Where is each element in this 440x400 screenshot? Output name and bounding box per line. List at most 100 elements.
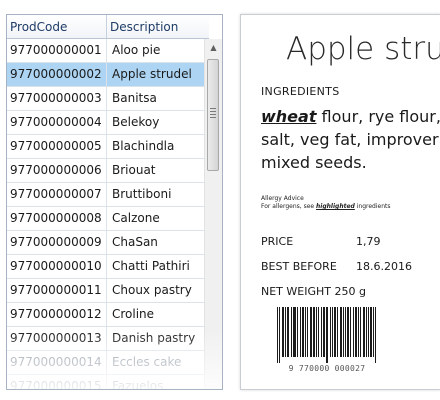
- grid-header: ProdCode Description: [7, 15, 209, 39]
- barcode-bar: [302, 307, 303, 357]
- barcode-bar: [321, 307, 322, 357]
- barcode-bar: [350, 307, 351, 357]
- table-row[interactable]: 977000000003 Banitsa: [7, 87, 204, 111]
- table-row[interactable]: 977000000015 Fazuelos: [7, 375, 204, 389]
- table-row[interactable]: 977000000001 Aloo pie: [7, 39, 204, 63]
- barcode-bar: [368, 307, 369, 357]
- description-cell: Banitsa: [112, 91, 157, 105]
- product-grid[interactable]: ProdCode Description 977000000001 Aloo pi…: [6, 14, 223, 390]
- barcode-bar: [353, 307, 354, 357]
- barcode-bar: [370, 307, 371, 357]
- prodcode-cell: 977000000009: [7, 231, 107, 254]
- table-row[interactable]: 977000000007 Bruttiboni: [7, 183, 204, 207]
- table-row[interactable]: 977000000005 Blachindla: [7, 135, 204, 159]
- grip-line: [210, 108, 216, 109]
- table-row[interactable]: 977000000010 Chatti Pathiri: [7, 255, 204, 279]
- table-row[interactable]: 977000000008 Calzone: [7, 207, 204, 231]
- description-cell: Croline: [112, 307, 155, 321]
- barcode-bar: [293, 307, 294, 357]
- allergy-title: Allergy Advice: [261, 195, 304, 202]
- barcode-bar: [297, 307, 298, 357]
- scroll-up-arrow-icon[interactable]: ▲: [205, 39, 222, 56]
- prodcode-cell: 977000000003: [7, 87, 107, 110]
- allergen-word: wheat: [261, 107, 317, 126]
- barcode-bar: [295, 307, 296, 357]
- barcode-bar: [316, 307, 317, 357]
- barcode-bar: [363, 307, 364, 357]
- barcode-bar: [366, 307, 367, 357]
- barcode-bar: [314, 307, 315, 357]
- table-row[interactable]: 977000000013 Danish pastry: [7, 327, 204, 351]
- column-header-prodcode[interactable]: ProdCode: [7, 15, 107, 38]
- grip-line: [210, 117, 216, 118]
- barcode-bar: [313, 307, 314, 357]
- description-cell: Danish pastry: [112, 331, 196, 345]
- allergy-note-post: ingredients: [354, 203, 391, 210]
- label-preview: Apple strudel INGREDIENTS wheat flour, r…: [240, 14, 440, 390]
- barcode-bar: [300, 307, 301, 357]
- barcode-bar: [347, 307, 348, 357]
- net-weight: NET WEIGHT 250 g: [261, 285, 366, 298]
- prodcode-cell: 977000000011: [7, 279, 107, 302]
- barcode-bar: [326, 307, 327, 363]
- grid-rows: 977000000001 Aloo pie 977000000002 Apple st…: [7, 39, 204, 389]
- barcode-bar: [307, 307, 308, 357]
- description-cell: Eccles cake: [112, 355, 182, 369]
- label-title: Apple strudel: [286, 31, 440, 67]
- table-row[interactable]: 977000000006 Briouat: [7, 159, 204, 183]
- scrollbar-thumb[interactable]: [207, 59, 219, 171]
- ingredients-line-3: mixed seeds.: [261, 153, 367, 172]
- allergy-note-pre: For allergens, see: [261, 203, 317, 210]
- ingredients-line-1-rest: flour, rye flour,: [316, 107, 440, 126]
- barcode-bar: [303, 307, 304, 357]
- barcode-bar: [279, 307, 280, 363]
- description-cell: Choux pastry: [112, 283, 192, 297]
- column-header-description[interactable]: Description: [107, 15, 209, 38]
- prodcode-cell: 977000000004: [7, 111, 107, 134]
- barcode-bar: [327, 307, 328, 363]
- barcode-bar: [358, 307, 359, 357]
- prodcode-cell: 977000000013: [7, 327, 107, 350]
- grip-line: [210, 114, 216, 115]
- barcode-bar: [323, 307, 324, 357]
- ingredients-heading: INGREDIENTS: [261, 85, 340, 98]
- barcode-bar: [288, 307, 289, 357]
- barcode-bar: [356, 307, 357, 357]
- barcode-bar: [371, 307, 372, 357]
- prodcode-cell: 977000000006: [7, 159, 107, 182]
- table-row[interactable]: 977000000011 Choux pastry: [7, 279, 204, 303]
- table-row[interactable]: 977000000014 Eccles cake: [7, 351, 204, 375]
- prodcode-cell: 977000000014: [7, 351, 107, 374]
- allergy-note: For allergens, see highlighted ingredien…: [261, 203, 391, 211]
- barcode-bar: [318, 307, 319, 357]
- description-cell: ChaSan: [112, 235, 158, 249]
- price-row: PRICE 1,79: [261, 235, 381, 248]
- barcode-bar: [335, 307, 336, 357]
- description-cell: Calzone: [112, 211, 160, 225]
- vertical-scrollbar[interactable]: ▲: [204, 39, 222, 389]
- prodcode-cell: 977000000015: [7, 375, 107, 389]
- barcode-bar: [360, 307, 361, 357]
- price-label: PRICE: [261, 235, 294, 248]
- table-row[interactable]: 977000000004 Belekoy: [7, 111, 204, 135]
- table-row[interactable]: 977000000012 Croline: [7, 303, 204, 327]
- best-before-value: 18.6.2016: [356, 260, 412, 273]
- best-before-row: BEST BEFORE 18.6.2016: [261, 260, 412, 273]
- barcode-bar: [373, 307, 374, 357]
- description-cell: Briouat: [112, 163, 156, 177]
- barcode-bar: [283, 307, 284, 357]
- description-cell: Aloo pie: [112, 43, 161, 57]
- table-row[interactable]: 977000000002 Apple strudel: [7, 63, 204, 87]
- description-cell: Belekoy: [112, 115, 160, 129]
- prodcode-cell: 977000000001: [7, 39, 107, 62]
- barcode-bar: [375, 307, 376, 363]
- table-row[interactable]: 977000000009 ChaSan: [7, 231, 204, 255]
- barcode-bar: [310, 307, 311, 357]
- description-cell: Blachindla: [112, 139, 175, 153]
- barcode-bar: [345, 307, 346, 357]
- description-cell: Chatti Pathiri: [112, 259, 190, 273]
- barcode-number: 9 770000 000027: [288, 364, 366, 373]
- barcode-bar: [285, 307, 286, 357]
- barcode-bar: [334, 307, 335, 357]
- barcode-bar: [348, 307, 349, 357]
